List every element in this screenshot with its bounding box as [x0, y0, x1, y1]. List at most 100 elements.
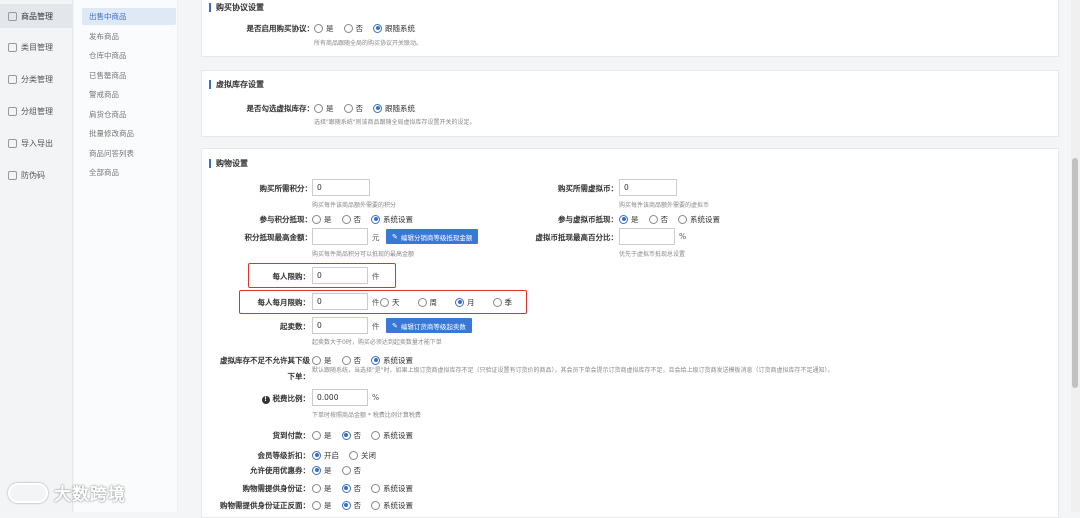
category-icon [8, 42, 17, 52]
radio-circle [371, 483, 380, 493]
vcoin-max-label: 虚拟币抵现最高百分比： [535, 233, 619, 242]
radio-circle [341, 483, 351, 493]
tax-label: ! 税费比例： [202, 393, 310, 404]
radio-follow-system[interactable]: 跟随系统 [373, 103, 415, 114]
tax-input[interactable]: 0.000 [312, 389, 368, 406]
edit-dealer-min-sale-button[interactable]: 编辑订货商等级起卖数 [386, 318, 472, 333]
radio-no[interactable]: 否 [341, 465, 361, 476]
limit-input[interactable]: 0 [312, 267, 368, 284]
radio-no[interactable]: 否 [341, 500, 361, 511]
sidebar-item-category[interactable]: 类目管理 [0, 35, 73, 59]
radio-circle [341, 214, 351, 224]
radio-yes[interactable]: 是 [312, 465, 332, 476]
virtual-stock-panel: 虚拟库存设置 是否勾选虚拟库存： 是 否 跟随系统 选择"跟随系统"则该商品跟随… [201, 70, 1059, 137]
radio-yes[interactable]: 是 [314, 103, 334, 114]
vcoin-max-input[interactable] [619, 228, 675, 245]
vstock-hint: 默认跟随系统，当选择"是"时，如果上级订货商虚拟库存不足（只验证设置有订货价的商… [312, 367, 834, 374]
radio-system[interactable]: 系统设置 [371, 214, 413, 225]
radio-yes[interactable]: 是 [312, 430, 332, 441]
radio-no[interactable]: 否 [341, 355, 361, 366]
min-sale-label: 起卖数： [280, 322, 310, 331]
subnav-qa[interactable]: 商品问答列表 [82, 145, 176, 162]
cod-radios: 是 否 系统设置 [312, 428, 423, 442]
idcard-label: 购物需提供身份证： [242, 484, 311, 493]
subnav-batch-edit[interactable]: 批量修改商品 [82, 125, 176, 142]
scrollbar-thumb[interactable] [1072, 158, 1078, 388]
edit-distributor-deduct-button[interactable]: 编辑分销商等级抵现金额 [386, 229, 479, 244]
vstock-label-line2: 下单： [287, 372, 311, 381]
radio-circle [341, 430, 351, 440]
radio-season[interactable]: 季 [492, 297, 512, 308]
subnav-warehouse[interactable]: 仓库中商品 [82, 47, 176, 64]
radio-circle [371, 500, 380, 510]
radio-circle [648, 214, 658, 224]
radio-circle [343, 23, 353, 33]
coupon-radios: 是 否 [312, 463, 371, 477]
panel-title: 购买协议设置 [209, 3, 264, 12]
radio-circle [314, 103, 323, 113]
radio-yes[interactable]: 是 [312, 214, 332, 225]
radio-day[interactable]: 天 [380, 297, 400, 308]
sidebar-item-anticounterfeit[interactable]: 防伪码 [0, 163, 73, 187]
page-scrollbar[interactable] [1071, 0, 1080, 512]
subnav-on-sale[interactable]: 出售中商品 [82, 8, 176, 25]
radio-no[interactable]: 否 [341, 214, 361, 225]
radio-no[interactable]: 否 [343, 103, 363, 114]
radio-system[interactable]: 系统设置 [678, 214, 720, 225]
radio-circle [312, 214, 321, 224]
monthly-limit-input[interactable]: 0 [312, 293, 368, 310]
radio-on[interactable]: 开启 [312, 450, 339, 461]
radio-system[interactable]: 系统设置 [371, 430, 413, 441]
radio-system[interactable]: 系统设置 [371, 483, 413, 494]
min-sale-input[interactable]: 0 [312, 317, 368, 334]
tax-hint: 下单时按照商品金额 * 税费比例计算税费 [312, 412, 421, 419]
radio-yes[interactable]: 是 [312, 483, 332, 494]
sidebar-item-goods[interactable]: 商品管理 [0, 4, 73, 28]
radio-no[interactable]: 否 [648, 214, 668, 225]
radio-week[interactable]: 周 [417, 297, 437, 308]
radio-month[interactable]: 月 [455, 297, 475, 308]
radio-yes[interactable]: 是 [312, 500, 332, 511]
virtual-stock-hint: 选择"跟随系统"则该商品跟随全局虚拟库存设置开关的设定。 [314, 119, 476, 126]
primary-sidebar: 商品管理 类目管理 分类管理 分组管理 导入导出 防伪码 [0, 0, 73, 512]
radio-yes[interactable]: 是 [619, 214, 639, 225]
monthly-limit-label: 每人每月限购： [257, 298, 311, 307]
sidebar-item-group[interactable]: 分组管理 [0, 99, 73, 123]
radio-circle [343, 103, 353, 113]
sidebar-item-classify[interactable]: 分类管理 [0, 67, 73, 91]
buy-agreement-label: 是否启用购买协议： [246, 24, 315, 33]
points-deduct-label: 参与积分抵现： [259, 215, 313, 224]
vcoin-input[interactable]: 0 [619, 179, 677, 196]
subnav-all[interactable]: 全部商品 [82, 164, 176, 181]
points-max-unit: 元 [372, 233, 380, 242]
main-content: 购买协议设置 是否启用购买协议： 是 否 跟随系统 所有商品跟随全局的购买协议开… [193, 0, 1073, 518]
radio-system[interactable]: 系统设置 [371, 500, 413, 511]
radio-follow-system[interactable]: 跟随系统 [373, 23, 415, 34]
panel-title: 虚拟库存设置 [209, 80, 264, 89]
vstock-label-line1: 虚拟库存不足不允许其下级 [220, 356, 310, 365]
subnav-soldout[interactable]: 已售罄商品 [82, 67, 176, 84]
sidebar-item-import[interactable]: 导入导出 [0, 131, 73, 155]
radio-yes[interactable]: 是 [312, 355, 332, 366]
monthly-limit-period-radios: 天 周 月 季 [380, 295, 522, 309]
radio-circle [678, 214, 687, 224]
radio-no[interactable]: 否 [341, 430, 361, 441]
vcoin-hint: 购买每件该商品额外需要的虚拟币 [619, 202, 710, 209]
radio-no[interactable]: 否 [341, 483, 361, 494]
radio-no[interactable]: 否 [343, 23, 363, 34]
points-max-input[interactable] [312, 228, 368, 245]
vcoin-label: 购买所需虚拟币： [558, 184, 618, 193]
radio-circle [312, 500, 321, 510]
radio-circle [341, 500, 351, 510]
radio-system[interactable]: 系统设置 [371, 355, 413, 366]
radio-circle [417, 297, 427, 307]
subnav-publish[interactable]: 发布商品 [82, 28, 176, 45]
group-icon [8, 106, 17, 116]
vcoin-max-unit: % [679, 232, 687, 241]
radio-off[interactable]: 关闭 [349, 450, 376, 461]
points-input[interactable]: 0 [312, 179, 370, 196]
subnav-warning[interactable]: 警戒商品 [82, 86, 176, 103]
radio-yes[interactable]: 是 [314, 23, 334, 34]
radio-circle [371, 214, 380, 224]
subnav-shoulder[interactable]: 肩货仓商品 [82, 106, 176, 123]
